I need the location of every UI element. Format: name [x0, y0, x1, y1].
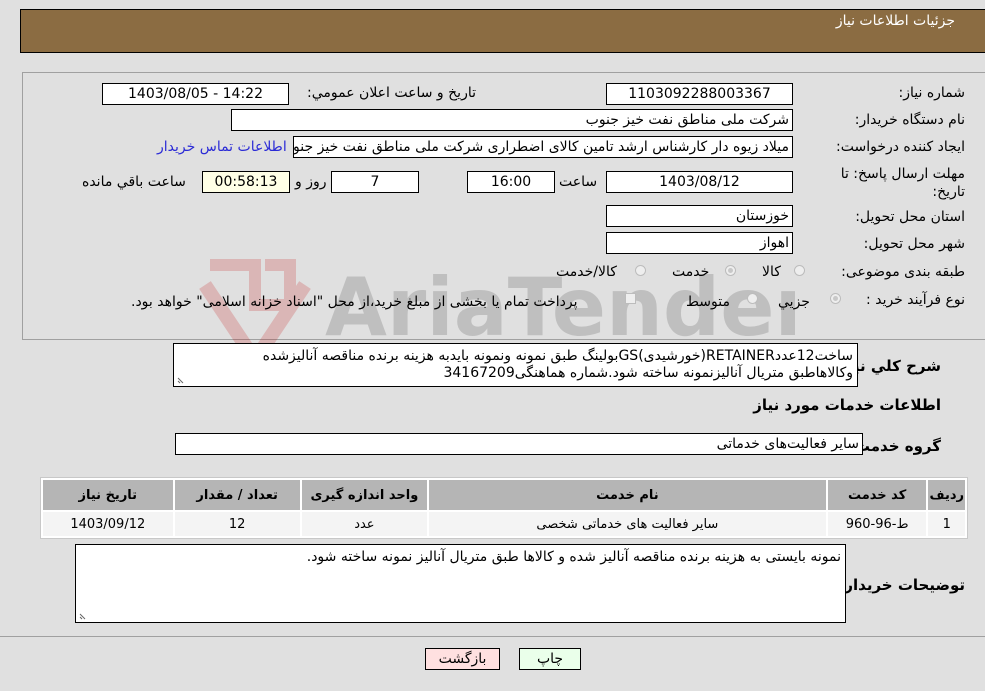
- treasury-checkbox-label: پرداخت تمام یا بخشی از مبلغ خرید،از محل …: [131, 294, 578, 310]
- province-field[interactable]: خوزستان: [606, 205, 793, 227]
- deadline-date-field[interactable]: 1403/08/12: [606, 171, 793, 193]
- col-header-row: ردیف: [928, 480, 965, 510]
- process-label: نوع فرآیند خرید :: [866, 292, 965, 308]
- category-radio-goods-service[interactable]: [635, 265, 646, 276]
- description-line-2: وکالاهاطبق متریال آنالیزنمونه ساخته شود.…: [443, 365, 853, 381]
- process-option-medium: متوسط: [686, 294, 730, 310]
- need-number-field[interactable]: 1103092288003367: [606, 83, 793, 105]
- services-table-header: ردیف کد خدمت نام خدمت واحد اندازه گیری ت…: [43, 480, 965, 510]
- treasury-checkbox[interactable]: [625, 293, 636, 304]
- buyer-contact-link[interactable]: اطلاعات تماس خريدار: [157, 139, 287, 155]
- cell-row: 1: [928, 512, 965, 536]
- days-label: روز و: [295, 174, 327, 190]
- creator-field[interactable]: میلاد زیوه دار کارشناس ارشد تامین کالای …: [293, 136, 793, 158]
- buyer-notes-text: نمونه بایستی به هزینه برنده مناقصه آنالی…: [306, 549, 841, 565]
- page-title: جزئیات اطلاعات نیاز: [835, 13, 955, 29]
- creator-label: ایجاد کننده درخواست:: [836, 139, 965, 155]
- category-option-service: خدمت: [672, 264, 710, 280]
- city-field[interactable]: اهواز: [606, 232, 793, 254]
- deadline-time-field[interactable]: 16:00: [467, 171, 555, 193]
- print-button[interactable]: چاپ: [519, 648, 581, 670]
- remaining-time-field: 00:58:13: [202, 171, 290, 193]
- service-group-field[interactable]: سایر فعالیت‌های خدماتی: [175, 433, 863, 455]
- table-row: 1 ط-96-960 سایر فعالیت های خدماتی شخصی ع…: [43, 512, 965, 536]
- process-radio-minor[interactable]: [830, 293, 841, 304]
- announce-field[interactable]: 1403/08/05 - 14:22: [102, 83, 289, 105]
- category-radio-service[interactable]: [725, 265, 736, 276]
- remaining-label: ساعت باقي مانده: [82, 174, 186, 190]
- announce-label: تاریخ و ساعت اعلان عمومي:: [307, 85, 476, 101]
- cell-name: سایر فعالیت های خدماتی شخصی: [428, 512, 826, 536]
- col-header-code: کد خدمت: [827, 480, 927, 510]
- process-radio-medium[interactable]: [747, 293, 758, 304]
- process-option-minor: جزيي: [778, 294, 810, 310]
- time-label: ساعت: [559, 174, 598, 190]
- services-section-title: اطلاعات خدمات مورد نياز: [753, 396, 941, 414]
- city-label: شهر محل تحویل:: [863, 236, 965, 252]
- province-label: استان محل تحویل:: [855, 209, 965, 225]
- cell-date: 1403/09/12: [43, 512, 173, 536]
- resize-grip-icon[interactable]: [79, 611, 88, 620]
- buyer-notes-textarea[interactable]: نمونه بایستی به هزینه برنده مناقصه آنالی…: [75, 544, 846, 623]
- description-line-1: ساخت12عددRETAINER(خورشیدی)GSبولینگ طبق ن…: [262, 348, 853, 364]
- col-header-name: نام خدمت: [428, 480, 826, 510]
- category-radio-goods[interactable]: [794, 265, 805, 276]
- buyer-notes-label: توضیحات خریدار:: [838, 576, 965, 594]
- category-option-goods: کالا: [762, 264, 781, 280]
- category-label: طبقه بندی موضوعی:: [841, 264, 965, 280]
- resize-grip-icon[interactable]: [177, 375, 186, 384]
- buyer-org-field[interactable]: شرکت ملی مناطق نفت خیز جنوب: [231, 109, 793, 131]
- col-header-date: تاریخ نیاز: [43, 480, 173, 510]
- cell-code: ط-96-960: [827, 512, 927, 536]
- days-field[interactable]: 7: [331, 171, 419, 193]
- col-header-unit: واحد اندازه گیری: [301, 480, 427, 510]
- back-button[interactable]: بازگشت: [425, 648, 500, 670]
- buyer-org-label: نام دستگاه خريدار:: [854, 112, 965, 128]
- description-textarea[interactable]: ساخت12عددRETAINER(خورشیدی)GSبولینگ طبق ن…: [173, 343, 858, 387]
- footer-divider: [0, 636, 985, 637]
- need-number-label: شماره نیاز:: [898, 85, 966, 101]
- cell-unit: عدد: [301, 512, 427, 536]
- cell-qty: 12: [174, 512, 300, 536]
- category-option-goods-service: کالا/خدمت: [556, 264, 617, 280]
- deadline-label: مهلت ارسال پاسخ: تا تاریخ:: [840, 166, 965, 200]
- services-table: ردیف کد خدمت نام خدمت واحد اندازه گیری ت…: [40, 477, 968, 539]
- col-header-qty: تعداد / مقدار: [174, 480, 300, 510]
